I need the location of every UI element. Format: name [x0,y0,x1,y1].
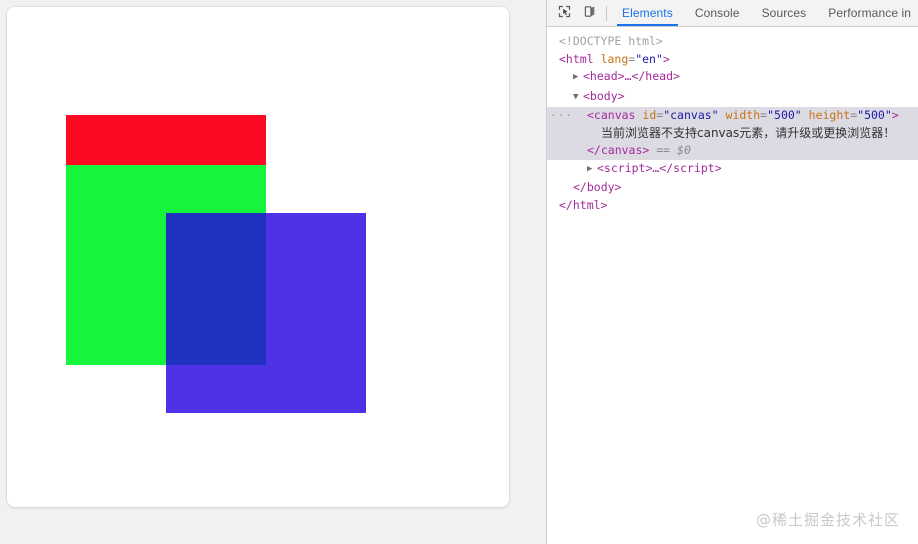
dom-node-canvas-fallback-text[interactable]: 当前浏览器不支持canvas元素，请升级或更换浏览器！ [547,124,918,142]
tab-elements[interactable]: Elements [611,0,684,26]
canvas-open-close-bracket: > [891,108,899,122]
canvas-element[interactable] [7,7,509,507]
dom-tree[interactable]: <!DOCTYPE html> <html lang="en"> ▶ <head>… [547,27,918,544]
canvas-id-value: "canvas" [663,108,719,122]
chevron-down-icon[interactable]: ▼ [573,89,583,107]
page-content-card [7,7,509,507]
dom-node-doctype[interactable]: <!DOCTYPE html> [547,33,918,51]
body-tag-close: </body> [573,180,622,194]
dom-node-html-close[interactable]: </html> [547,197,918,215]
canvas-height-attr: height [808,108,851,122]
canvas-width-attr: width [725,108,761,122]
tab-console[interactable]: Console [684,0,751,26]
script-collapsed-text: <script>…</script> [597,160,722,175]
dom-node-canvas-close[interactable]: </canvas> == $0 [547,142,918,160]
canvas-id-attr: id [642,108,657,122]
html-tag-close-bracket: > [662,51,670,66]
html-lang-value: "en" [635,51,663,66]
canvas-tag-close: </canvas> [587,143,650,157]
screenshot-root: Elements Console Sources Performance in … [0,0,918,544]
canvas-height-value: "500" [857,108,892,122]
selected-node-ref: $0 [677,143,691,157]
devtools-tabs: Elements Console Sources Performance in [611,0,918,26]
canvas-tag-open: <canvas [587,108,636,122]
canvas-fallback-text: 当前浏览器不支持canvas元素，请升级或更换浏览器！ [601,125,896,140]
toolbar-divider [606,5,607,21]
browser-viewport [0,0,546,544]
devtools-toolbar: Elements Console Sources Performance in [547,0,918,27]
html-tag-close: </html> [559,197,608,212]
doctype-text: <!DOCTYPE html> [559,34,663,48]
chevron-right-icon-script[interactable]: ▶ [587,161,597,179]
inspect-cursor-icon [557,4,572,22]
dom-node-script[interactable]: ▶ <script>…</script> [547,160,918,180]
dom-node-canvas-open[interactable]: ··· <canvas id="canvas" width="500" heigh… [547,107,918,125]
tab-elements-label: Elements [622,6,673,20]
dom-node-head[interactable]: ▶ <head>…</head> [547,68,918,88]
inspect-element-button[interactable] [551,1,577,25]
selected-node-marker: == [656,143,678,157]
body-tag-open: <body> [583,88,625,103]
device-toolbar-icon [583,4,598,22]
tab-sources-label: Sources [761,6,807,20]
head-collapsed-text: <head>…</head> [583,69,680,83]
tab-performance-label: Performance in [828,6,912,20]
node-overflow-dots[interactable]: ··· [550,107,573,125]
canvas-blue-square [166,213,366,413]
html-tag-open: <html [559,51,594,66]
canvas-width-value: "500" [767,108,802,122]
tab-sources[interactable]: Sources [751,0,818,26]
dom-node-body-close[interactable]: </body> [547,179,918,197]
dom-node-body-open[interactable]: ▼ <body> [547,88,918,108]
tab-console-label: Console [694,6,740,20]
html-lang-attr: lang [600,51,629,66]
tab-performance-insights[interactable]: Performance in [817,0,918,26]
device-toolbar-button[interactable] [577,1,603,25]
dom-node-html-open[interactable]: <html lang="en"> [547,51,918,69]
chevron-right-icon[interactable]: ▶ [573,69,583,87]
watermark: @稀土掘金技术社区 [755,511,900,529]
devtools-panel: Elements Console Sources Performance in … [546,0,918,544]
